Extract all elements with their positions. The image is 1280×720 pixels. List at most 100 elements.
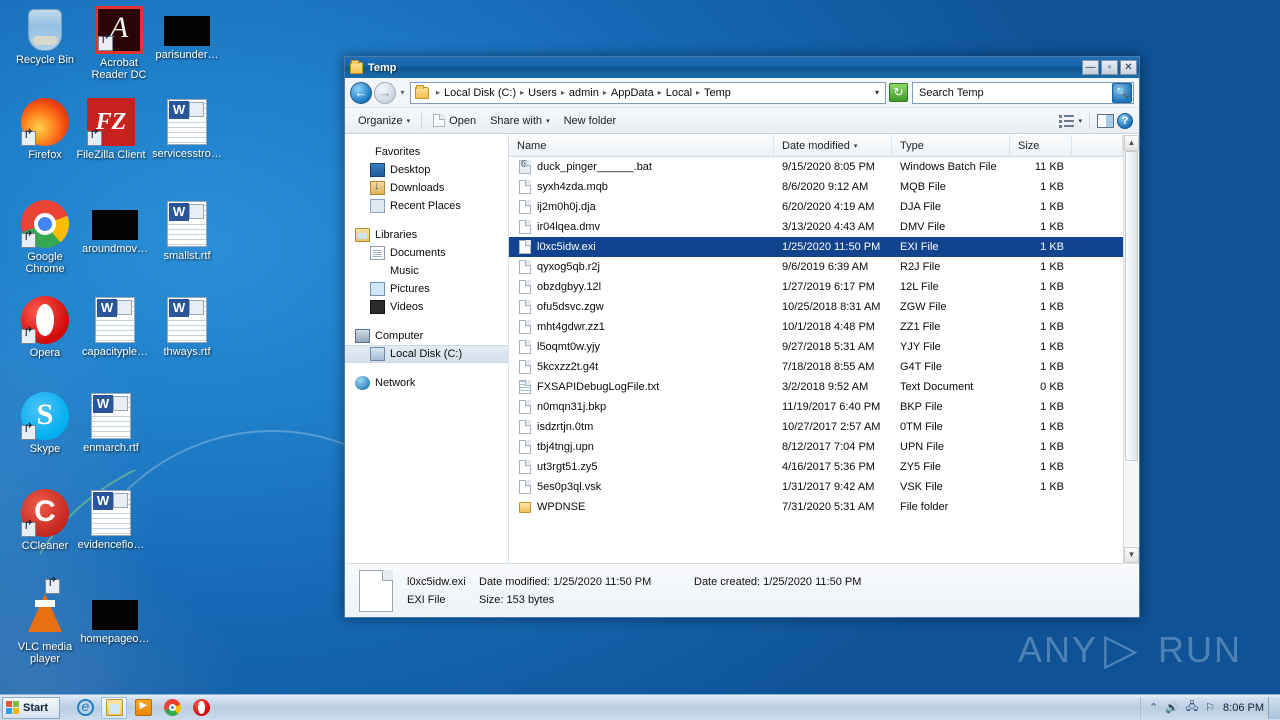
sidebar-item-videos[interactable]: Videos xyxy=(345,298,508,316)
sidebar-item-network[interactable]: Network xyxy=(345,374,508,392)
taskbar-button-google-chrome[interactable] xyxy=(159,697,185,719)
help-icon[interactable]: ? xyxy=(1117,112,1133,129)
breadcrumb-separator-icon[interactable]: ▸ xyxy=(436,88,440,97)
close-button[interactable]: ✕ xyxy=(1120,60,1137,75)
start-button[interactable]: Start xyxy=(2,696,60,719)
table-row[interactable]: l5oqmt0w.yjy 9/27/2018 5:31 AM YJY File 1 K… xyxy=(509,337,1123,357)
views-chevron-down-icon[interactable]: ▾ xyxy=(1078,117,1082,125)
breadcrumb-separator-icon[interactable]: ▸ xyxy=(603,88,607,97)
breadcrumb-segment[interactable]: AppData xyxy=(611,87,654,99)
scroll-up-button[interactable]: ▲ xyxy=(1124,135,1139,151)
table-row[interactable]: tbj4tngj.upn 8/12/2017 7:04 PM UPN File 1 K… xyxy=(509,437,1123,457)
maximize-button[interactable]: ▫ xyxy=(1101,60,1118,75)
desktop-icon-word-document[interactable]: enmarch.rtf xyxy=(74,392,148,454)
table-row[interactable]: duck_pinger______.bat 9/15/2020 8:05 PM Wi… xyxy=(509,157,1123,177)
sidebar-item-computer[interactable]: Computer xyxy=(345,327,508,345)
sidebar-item-libraries[interactable]: Libraries xyxy=(345,226,508,244)
desktop-icon-word-document[interactable]: evidenceflo… xyxy=(74,489,148,551)
history-dropdown-icon[interactable]: ▾ xyxy=(397,88,408,97)
table-row[interactable]: 5es0p3ql.vsk 1/31/2017 9:42 AM VSK File 1 K… xyxy=(509,477,1123,497)
sidebar-item-desktop[interactable]: Desktop xyxy=(345,161,508,179)
table-row[interactable]: syxh4zda.mqb 8/6/2020 9:12 AM MQB File 1 KB xyxy=(509,177,1123,197)
preview-pane-icon[interactable] xyxy=(1097,113,1114,128)
search-input[interactable]: Search Temp xyxy=(913,87,1112,99)
desktop-icon-word-document[interactable]: servicesstro… xyxy=(150,98,224,160)
desktop-icon-firefox[interactable]: Firefox xyxy=(8,98,82,161)
scrollbar-track[interactable] xyxy=(1124,151,1139,547)
breadcrumb-address-field[interactable]: ▸ Local Disk (C:) ▸ Users ▸ admin ▸ AppData ▸ Loc… xyxy=(410,81,886,104)
scrollbar-thumb[interactable] xyxy=(1125,151,1138,461)
views-list-icon[interactable] xyxy=(1058,113,1075,128)
volume-icon[interactable]: 🔊 xyxy=(1165,701,1179,714)
desktop-icon-video-thumbnail[interactable]: homepageo… xyxy=(78,590,152,645)
action-center-flag-icon[interactable]: ⚐ xyxy=(1205,701,1215,714)
desktop-icon-acrobat-reader[interactable]: Acrobat Reader DC xyxy=(82,6,156,81)
desktop-icon-recycle-bin[interactable]: Recycle Bin xyxy=(8,6,82,66)
breadcrumb-segment[interactable]: Local Disk (C:) xyxy=(444,87,516,99)
breadcrumb-segment[interactable]: Temp xyxy=(704,87,731,99)
breadcrumb-segment[interactable]: admin xyxy=(569,87,599,99)
refresh-button[interactable]: ↻ xyxy=(889,83,908,102)
column-header-type[interactable]: Type xyxy=(892,135,1010,156)
share-with-button[interactable]: Share with ▾ xyxy=(483,110,557,132)
sidebar-item-favorites[interactable]: Favorites xyxy=(345,143,508,161)
sidebar-item-local-disk-c[interactable]: Local Disk (C:) xyxy=(345,345,508,363)
table-row[interactable]: ofu5dsvc.zgw 10/25/2018 8:31 AM ZGW File 1 … xyxy=(509,297,1123,317)
desktop-icon-ccleaner[interactable]: CCleaner xyxy=(8,489,82,552)
vertical-scrollbar[interactable]: ▲ ▼ xyxy=(1123,135,1139,563)
taskbar-button-windows-media-player[interactable] xyxy=(130,697,156,719)
table-row[interactable]: FXSAPIDebugLogFile.txt 3/2/2018 9:52 AM Te… xyxy=(509,377,1123,397)
breadcrumb-separator-icon[interactable]: ▸ xyxy=(561,88,565,97)
sidebar-item-downloads[interactable]: Downloads xyxy=(345,179,508,197)
desktop-icon-skype[interactable]: Skype xyxy=(8,392,82,455)
organize-button[interactable]: Organize ▾ xyxy=(351,110,417,132)
table-row[interactable]: l0xc5idw.exi 1/25/2020 11:50 PM EXI File 1 … xyxy=(509,237,1123,257)
show-hidden-icons[interactable]: ⌃ xyxy=(1149,701,1158,714)
desktop-icon-vlc-media-player[interactable]: VLC media player xyxy=(8,579,82,665)
breadcrumb-separator-icon[interactable]: ▸ xyxy=(696,88,700,97)
sidebar-item-documents[interactable]: Documents xyxy=(345,244,508,262)
back-button[interactable]: ← xyxy=(350,81,372,104)
table-row[interactable]: obzdgbyy.12l 1/27/2019 6:17 PM 12L File 1 K… xyxy=(509,277,1123,297)
column-header-date-modified[interactable]: Date modified ▾ xyxy=(774,135,892,156)
sidebar-item-recent-places[interactable]: Recent Places xyxy=(345,197,508,215)
taskbar-clock[interactable]: 8:06 PM xyxy=(1219,702,1268,714)
sidebar-item-pictures[interactable]: Pictures xyxy=(345,280,508,298)
desktop-icon-opera[interactable]: Opera xyxy=(8,296,82,359)
table-row[interactable]: 5kcxzz2t.g4t 7/18/2018 8:55 AM G4T File 1 K… xyxy=(509,357,1123,377)
desktop-icon-google-chrome[interactable]: Google Chrome xyxy=(8,200,82,275)
sidebar-item-music[interactable]: Music xyxy=(345,262,508,280)
show-desktop-button[interactable] xyxy=(1268,696,1280,719)
taskbar-button-opera[interactable] xyxy=(188,697,214,719)
address-dropdown-icon[interactable]: ▾ xyxy=(871,88,885,97)
desktop-icon-word-document[interactable]: capacityple… xyxy=(78,296,152,358)
minimize-button[interactable]: — xyxy=(1082,60,1099,75)
table-row[interactable]: qyxog5qb.r2j 9/6/2019 6:39 AM R2J File 1 KB xyxy=(509,257,1123,277)
window-titlebar[interactable]: Temp — ▫ ✕ xyxy=(345,57,1139,78)
desktop-icon-video-thumbnail[interactable]: parisunder… xyxy=(150,6,224,61)
search-icon[interactable]: 🔍 xyxy=(1112,82,1132,103)
new-folder-button[interactable]: New folder xyxy=(557,110,624,132)
open-button[interactable]: Open xyxy=(426,110,483,132)
desktop-icon-word-document[interactable]: smallst.rtf xyxy=(150,200,224,262)
table-row[interactable]: ut3rgt51.zy5 4/16/2017 5:36 PM ZY5 File 1 K… xyxy=(509,457,1123,477)
breadcrumb-segment[interactable]: Users xyxy=(528,87,557,99)
desktop-icon-filezilla[interactable]: FileZilla Client xyxy=(74,98,148,161)
taskbar-button-windows-explorer[interactable] xyxy=(101,696,127,719)
column-header-name[interactable]: Name xyxy=(509,135,774,156)
taskbar-button-internet-explorer[interactable] xyxy=(72,697,98,719)
forward-button[interactable]: → xyxy=(374,81,396,104)
breadcrumb-separator-icon[interactable]: ▸ xyxy=(658,88,662,97)
scroll-down-button[interactable]: ▼ xyxy=(1124,547,1139,563)
table-row[interactable]: ij2m0h0j.dja 6/20/2020 4:19 AM DJA File 1 K… xyxy=(509,197,1123,217)
breadcrumb-segment[interactable]: Local xyxy=(666,87,692,99)
desktop-icon-video-thumbnail[interactable]: aroundmov… xyxy=(78,200,152,255)
column-header-size[interactable]: Size xyxy=(1010,135,1072,156)
table-row[interactable]: WPDNSE 7/31/2020 5:31 AM File folder xyxy=(509,497,1123,517)
search-box[interactable]: Search Temp 🔍 xyxy=(912,81,1134,104)
desktop-icon-word-document[interactable]: thways.rtf xyxy=(150,296,224,358)
breadcrumb-separator-icon[interactable]: ▸ xyxy=(520,88,524,97)
table-row[interactable]: mht4gdwr.zz1 10/1/2018 4:48 PM ZZ1 File 1 K… xyxy=(509,317,1123,337)
table-row[interactable]: n0mqn31j.bkp 11/19/2017 6:40 PM BKP File 1 … xyxy=(509,397,1123,417)
table-row[interactable]: ir04lqea.dmv 3/13/2020 4:43 AM DMV File 1 K… xyxy=(509,217,1123,237)
